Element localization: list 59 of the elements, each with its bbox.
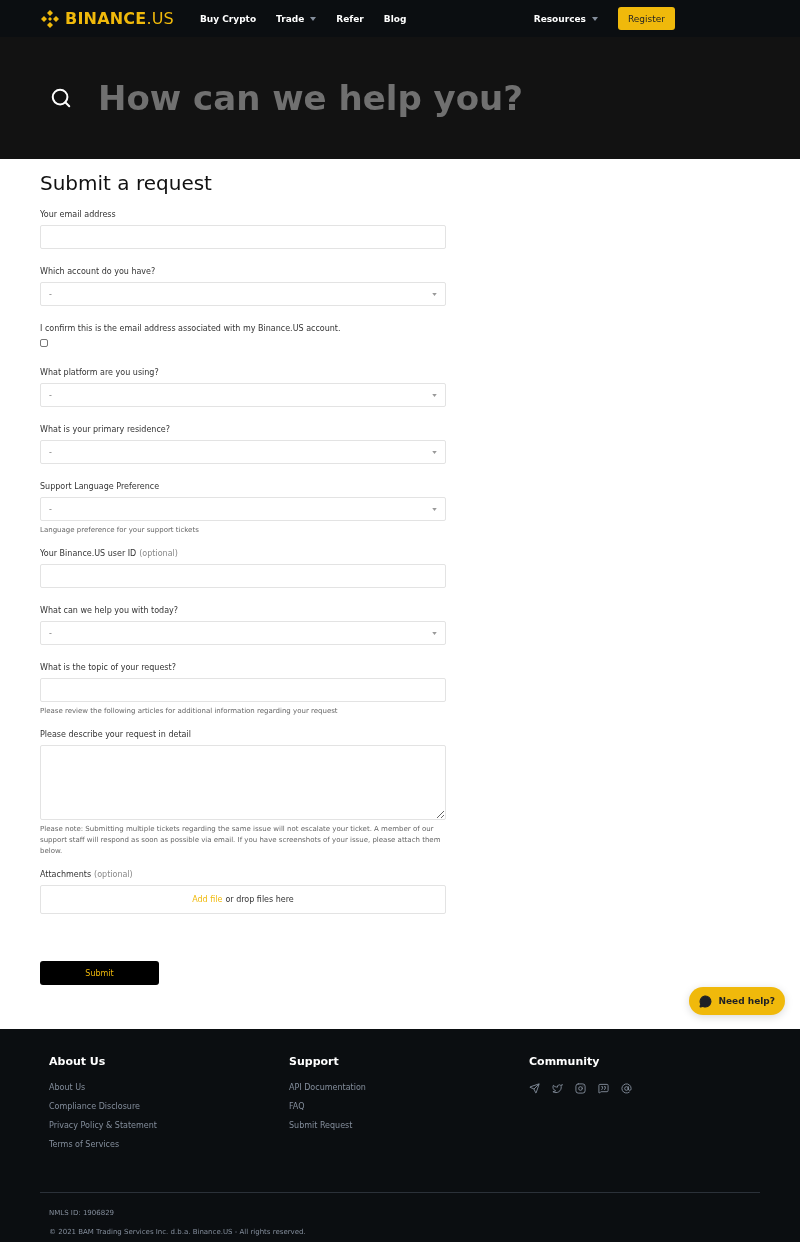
field-label: Which account do you have? <box>40 266 156 277</box>
caret-icon <box>432 631 437 635</box>
footer-link[interactable]: Terms of Services <box>49 1140 289 1150</box>
logo-icon <box>40 8 60 29</box>
footer-heading: Support <box>289 1055 340 1068</box>
text-field[interactable] <box>40 678 446 702</box>
optional-note: (optional) <box>94 869 133 880</box>
need-help-button[interactable]: Need help? <box>689 987 785 1015</box>
field-label: What is the topic of your request? <box>40 662 176 673</box>
footer-link[interactable]: Privacy Policy & Statement <box>49 1121 289 1131</box>
submit-button[interactable]: Submit <box>40 961 159 985</box>
field-label: What is your primary residence? <box>40 424 170 435</box>
telegram-icon[interactable] <box>529 1083 540 1094</box>
field-label: What platform are you using? <box>40 367 159 378</box>
caret-icon <box>432 393 437 397</box>
nav-link[interactable]: Buy Crypto <box>199 13 257 24</box>
footer-link[interactable]: API Documentation <box>289 1083 529 1093</box>
footer-heading: Community <box>529 1055 601 1068</box>
text-field[interactable] <box>40 564 446 588</box>
twitter-icon[interactable] <box>552 1083 563 1094</box>
field-label: Support Language Preference <box>40 481 160 492</box>
footer-link[interactable]: Compliance Disclosure <box>49 1102 289 1112</box>
field-label: Your Binance.US user ID <box>40 548 137 559</box>
footer-link[interactable]: About Us <box>49 1083 289 1093</box>
drop-files-text: or drop files here <box>225 894 294 905</box>
textarea-field[interactable] <box>40 745 446 820</box>
field-label: Attachments <box>40 869 92 880</box>
register-button[interactable]: Register <box>617 7 675 30</box>
caret-icon <box>432 507 437 511</box>
file-drop-zone[interactable]: Add file or drop files here <box>40 885 446 914</box>
chat-bubble-icon <box>699 994 713 1008</box>
select-field[interactable]: - <box>40 497 446 521</box>
at-sign-icon[interactable] <box>621 1083 632 1094</box>
select-field[interactable]: - <box>40 282 446 306</box>
optional-note: (optional) <box>139 548 178 559</box>
nav-link[interactable]: Blog <box>383 13 407 24</box>
select-field[interactable]: - <box>40 383 446 407</box>
field-label: I confirm this is the email address associated with my Binance.US account. <box>40 323 341 334</box>
caret-icon <box>432 450 437 454</box>
text-field[interactable] <box>40 225 446 249</box>
nav-link[interactable]: Resources <box>533 13 598 24</box>
field-label: Please describe your request in detail <box>40 729 191 740</box>
footer-link[interactable]: FAQ <box>289 1102 529 1112</box>
search-field[interactable]: How can we help you? <box>0 37 800 159</box>
select-field[interactable]: - <box>40 621 446 645</box>
page-title: Submit a request <box>40 171 213 195</box>
footer-link[interactable]: Submit Request <box>289 1121 529 1131</box>
field-label: What can we help you with today? <box>40 605 179 616</box>
nav-link[interactable]: Trade <box>276 13 317 24</box>
select-field[interactable]: - <box>40 440 446 464</box>
instagram-icon[interactable] <box>575 1083 586 1094</box>
search-icon <box>50 87 72 109</box>
nav-link[interactable]: Refer <box>336 13 364 24</box>
checkbox[interactable] <box>40 339 48 347</box>
caret-icon <box>432 292 437 296</box>
brand-name[interactable]: BINANCE.US <box>65 9 174 28</box>
footer-heading: About Us <box>49 1055 107 1068</box>
chat-icon[interactable] <box>598 1083 609 1094</box>
field-label: Your email address <box>40 209 116 220</box>
